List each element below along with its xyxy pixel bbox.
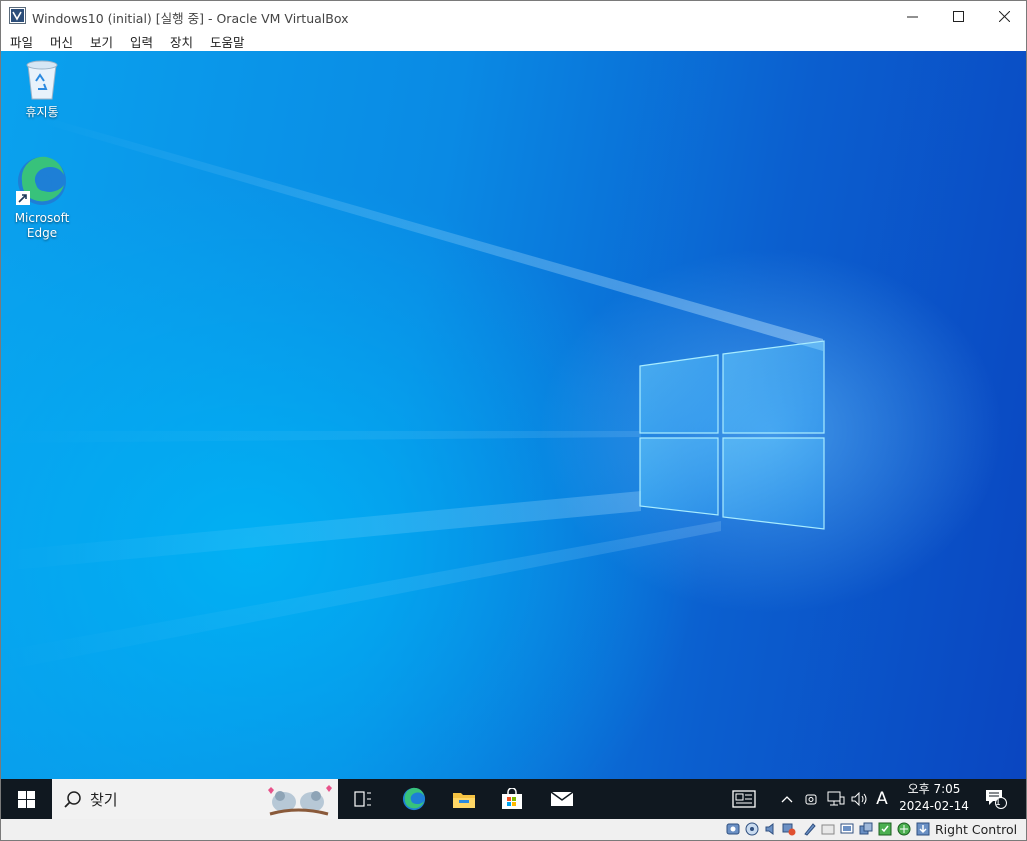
show-hidden-icons-button[interactable]: [777, 779, 797, 819]
file-explorer-icon: [453, 793, 475, 808]
recycle-bin-icon: [26, 60, 58, 100]
taskbar-store-button[interactable]: [487, 779, 537, 819]
search-box[interactable]: 찾기: [52, 779, 338, 819]
title-bar[interactable]: Windows10 (initial) [실행 중] - Oracle VM V…: [1, 1, 1026, 31]
host-key-label: Right Control: [935, 822, 1018, 837]
network-icon[interactable]: [782, 822, 796, 836]
cpu-icon[interactable]: [897, 822, 911, 836]
capture-icon[interactable]: [878, 822, 892, 836]
search-highlight-lovebirds-icon: [268, 785, 332, 816]
virtualbox-app-icon: [9, 7, 26, 24]
action-center-button[interactable]: 1: [981, 779, 1011, 819]
mouse-integration-icon[interactable]: [916, 822, 930, 836]
optical-disk-icon[interactable]: [745, 822, 759, 836]
speaker-icon: [851, 792, 867, 806]
minimize-button[interactable]: [889, 1, 935, 31]
usb-icon[interactable]: [802, 822, 816, 836]
desktop-icon-label: Microsoft Edge: [14, 211, 70, 240]
start-button[interactable]: [1, 779, 52, 819]
menu-view[interactable]: 보기: [90, 32, 113, 51]
meet-now-icon: [805, 794, 817, 805]
search-placeholder: 찾기: [90, 791, 118, 809]
volume-tray-button[interactable]: [849, 779, 871, 819]
news-widget-button[interactable]: [727, 779, 761, 819]
network-icon: [827, 791, 845, 806]
task-view-button[interactable]: [341, 779, 385, 819]
desktop-icon-label: 휴지통: [25, 105, 59, 119]
taskbar-mail-button[interactable]: [537, 779, 587, 819]
task-view-icon: [354, 791, 371, 807]
menu-devices[interactable]: 장치: [170, 32, 193, 51]
meet-now-button[interactable]: [801, 779, 821, 819]
clock-time: 오후 7:05: [907, 782, 961, 796]
clock[interactable]: 오후 7:05 2024-02-14: [891, 781, 977, 815]
window-title: Windows10 (initial) [실행 중] - Oracle VM V…: [32, 11, 349, 26]
edge-icon: [402, 787, 426, 811]
taskbar: 찾기 A 오후 7:05 2024-02-14 1: [1, 779, 1026, 819]
close-button[interactable]: [981, 1, 1026, 31]
wallpaper-light-beams: [1, 116, 823, 671]
status-bar: Right Control: [1, 819, 1026, 840]
chevron-up-icon: [781, 796, 793, 803]
audio-icon[interactable]: [764, 822, 778, 836]
maximize-button[interactable]: [935, 1, 981, 31]
vm-screen[interactable]: 휴지통 Microsoft Edge 찾기 A 오후 7:05 2024-02-…: [1, 51, 1026, 819]
search-icon: [64, 791, 81, 808]
display-icon[interactable]: [840, 822, 854, 836]
windows-logo-icon: [18, 790, 35, 808]
menu-bar: 파일 머신 보기 입력 장치 도움말: [1, 31, 1026, 51]
windows-logo-wallpaper: [639, 340, 825, 530]
taskbar-file-explorer-button[interactable]: [439, 779, 489, 819]
taskbar-edge-button[interactable]: [389, 779, 439, 819]
menu-file[interactable]: 파일: [10, 32, 33, 51]
clock-date: 2024-02-14: [899, 799, 969, 813]
edge-icon: [16, 156, 66, 205]
desktop-icon-recycle-bin[interactable]: 휴지통: [3, 57, 81, 120]
menu-help[interactable]: 도움말: [210, 32, 245, 51]
recording-icon[interactable]: [859, 822, 873, 836]
ime-indicator[interactable]: A: [871, 779, 893, 819]
store-icon: [502, 788, 522, 809]
network-tray-button[interactable]: [825, 779, 847, 819]
shared-folders-icon[interactable]: [821, 822, 835, 836]
menu-machine[interactable]: 머신: [50, 32, 73, 51]
news-icon: [732, 790, 756, 808]
mail-icon: [550, 791, 574, 806]
desktop-icon-edge[interactable]: Microsoft Edge: [3, 155, 81, 241]
notification-count: 1: [995, 798, 1001, 808]
maximize-icon: [952, 10, 964, 22]
close-icon: [998, 10, 1010, 22]
virtualbox-window: Windows10 (initial) [실행 중] - Oracle VM V…: [0, 0, 1027, 841]
hard-disk-icon[interactable]: [726, 822, 740, 836]
menu-input[interactable]: 입력: [130, 32, 153, 51]
minimize-icon: [906, 16, 918, 17]
